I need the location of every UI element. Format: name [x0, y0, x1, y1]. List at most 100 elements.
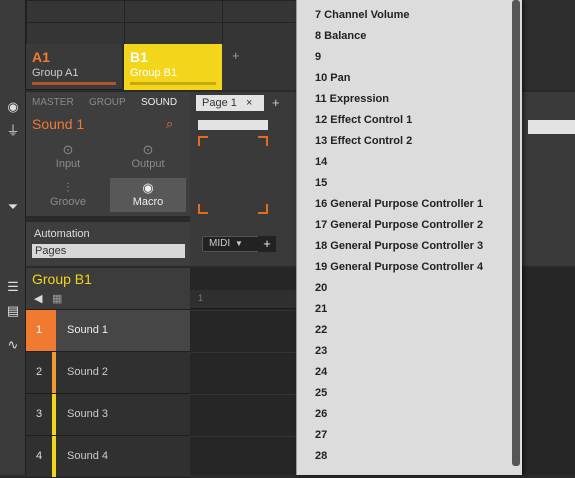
pattern-area[interactable]: 1 — [190, 268, 296, 475]
menu-item[interactable]: 21 — [315, 303, 327, 315]
corner-marker — [258, 136, 268, 146]
corner-marker — [198, 136, 208, 146]
menu-item[interactable]: 23 — [315, 345, 327, 357]
macro-tile[interactable]: ◉ Macro — [110, 178, 186, 212]
grid-cell[interactable] — [222, 22, 298, 46]
grid-cell[interactable] — [222, 0, 298, 24]
bg-block — [522, 268, 575, 475]
menu-item[interactable]: 28 — [315, 450, 327, 462]
group-color-bar — [130, 82, 216, 85]
menu-item[interactable]: 20 — [315, 282, 327, 294]
menu-item[interactable]: 24 — [315, 366, 327, 378]
grid-cell[interactable] — [124, 22, 224, 46]
menu-item[interactable]: 10 Pan — [315, 72, 350, 84]
row-color — [52, 310, 56, 351]
menu-item[interactable]: 27 — [315, 429, 327, 441]
sound-row-3[interactable]: 3 Sound 3 — [26, 394, 190, 436]
group-name: A1 — [32, 49, 50, 65]
row-label: Sound 3 — [67, 408, 108, 420]
menu-item[interactable]: 19 General Purpose Controller 4 — [315, 261, 483, 273]
divider — [190, 310, 296, 311]
menu-item[interactable]: 22 — [315, 324, 327, 336]
menu-item[interactable]: 15 — [315, 177, 327, 189]
input-tile[interactable]: ⊙ Input — [30, 140, 106, 174]
menu-item[interactable]: 8 Balance — [315, 30, 366, 42]
menu-item[interactable]: 14 — [315, 156, 327, 168]
midi-dropdown[interactable]: MIDI ▼ — [202, 236, 264, 252]
tab-sound[interactable]: SOUND — [141, 97, 177, 108]
grid-view-icon[interactable]: ▤ — [4, 304, 22, 318]
top-grid — [26, 0, 298, 46]
macro-slot[interactable] — [198, 130, 268, 214]
group-a1-slot[interactable]: A1 Group A1 — [26, 44, 122, 90]
automation-label: Automation — [34, 228, 90, 240]
search-icon[interactable]: ⌕ — [166, 116, 173, 132]
menu-item[interactable]: 7 Channel Volume — [315, 9, 410, 21]
group-add-slot[interactable]: + — [222, 44, 296, 90]
midi-cc-dropdown-menu: 7 Channel Volume 8 Balance 9 10 Pan 11 E… — [296, 0, 522, 475]
divider — [190, 436, 296, 437]
timeline-ruler[interactable]: 1 — [190, 290, 296, 309]
sound-panel: MASTER GROUP SOUND Sound 1 ⌕ ⊙ Input ⊙ O… — [26, 92, 190, 216]
expand-icon[interactable]: ⏷ — [4, 200, 22, 214]
sound-row-4[interactable]: 4 Sound 4 — [26, 436, 190, 478]
list-view-icon[interactable]: ☰ — [4, 280, 22, 294]
menu-item[interactable]: 26 — [315, 408, 327, 420]
menu-item[interactable]: 13 Effect Control 2 — [315, 135, 412, 147]
corner-marker — [198, 204, 208, 214]
ruler-number: 1 — [198, 293, 204, 303]
sound-row-2[interactable]: 2 Sound 2 — [26, 352, 190, 394]
grid-cell[interactable] — [124, 0, 224, 24]
row-color — [52, 352, 56, 393]
groove-tile[interactable]: ⫶ Groove — [30, 178, 106, 212]
add-group-button[interactable]: + — [232, 48, 240, 63]
add-page-button[interactable]: + — [272, 95, 280, 110]
sound-row-1[interactable]: 1 Sound 1 — [26, 310, 190, 352]
macro-knob-icon: ◉ — [142, 180, 154, 195]
tile-label: Input — [55, 158, 81, 170]
menu-item[interactable]: 12 Effect Control 1 — [315, 114, 412, 126]
row-number: 4 — [35, 450, 43, 462]
pages-field[interactable]: Pages — [32, 244, 185, 258]
tab-master[interactable]: MASTER — [32, 97, 74, 108]
automation-panel: Automation Pages — [26, 222, 190, 266]
output-icon: ⊙ — [142, 142, 154, 157]
page-tab[interactable]: Page 1 × — [196, 95, 264, 111]
close-icon[interactable]: × — [246, 95, 252, 111]
sound-tabs: MASTER GROUP SOUND — [26, 92, 190, 112]
menu-item[interactable]: 17 General Purpose Controller 2 — [315, 219, 483, 231]
input-icon: ⊙ — [62, 142, 74, 157]
sound-name[interactable]: Sound 1 — [32, 116, 84, 132]
bg-block — [528, 120, 575, 134]
macro-slot-label[interactable] — [198, 120, 268, 130]
output-tile[interactable]: ⊙ Output — [110, 140, 186, 174]
knob-icon[interactable]: ◉ — [4, 100, 22, 114]
menu-item[interactable]: 25 — [315, 387, 327, 399]
midi-label: MIDI — [209, 238, 231, 249]
midi-add-button[interactable]: + — [258, 236, 276, 252]
tile-label: Macro — [132, 196, 164, 208]
row-color — [52, 394, 56, 435]
group-label: Group A1 — [32, 67, 79, 79]
speaker-icon[interactable]: ◀ — [34, 292, 42, 305]
grid-cell[interactable] — [26, 22, 126, 46]
tab-group[interactable]: GROUP — [89, 97, 126, 108]
row-label: Sound 1 — [67, 324, 108, 336]
group-b1-slot[interactable]: B1 Group B1 — [124, 44, 222, 90]
row-label: Sound 2 — [67, 366, 108, 378]
menu-item[interactable]: 9 — [315, 51, 321, 63]
plugin-icon[interactable]: ⏚ — [4, 124, 22, 138]
row-label: Sound 4 — [67, 450, 108, 462]
bg-block — [522, 92, 575, 266]
page-area: Page 1 × + MIDI ▼ + — [190, 92, 296, 266]
grid-icon[interactable]: ▦ — [52, 292, 62, 305]
grid-cell[interactable] — [26, 0, 126, 24]
waveform-icon[interactable]: ∿ — [4, 338, 22, 352]
menu-item[interactable]: 16 General Purpose Controller 1 — [315, 198, 483, 210]
divider — [190, 352, 296, 353]
menu-scrollbar[interactable] — [512, 0, 520, 466]
corner-marker — [258, 204, 268, 214]
group-header: Group B1 ◀ ▦ — [26, 268, 190, 310]
menu-item[interactable]: 11 Expression — [315, 93, 389, 105]
menu-item[interactable]: 18 General Purpose Controller 3 — [315, 240, 483, 252]
